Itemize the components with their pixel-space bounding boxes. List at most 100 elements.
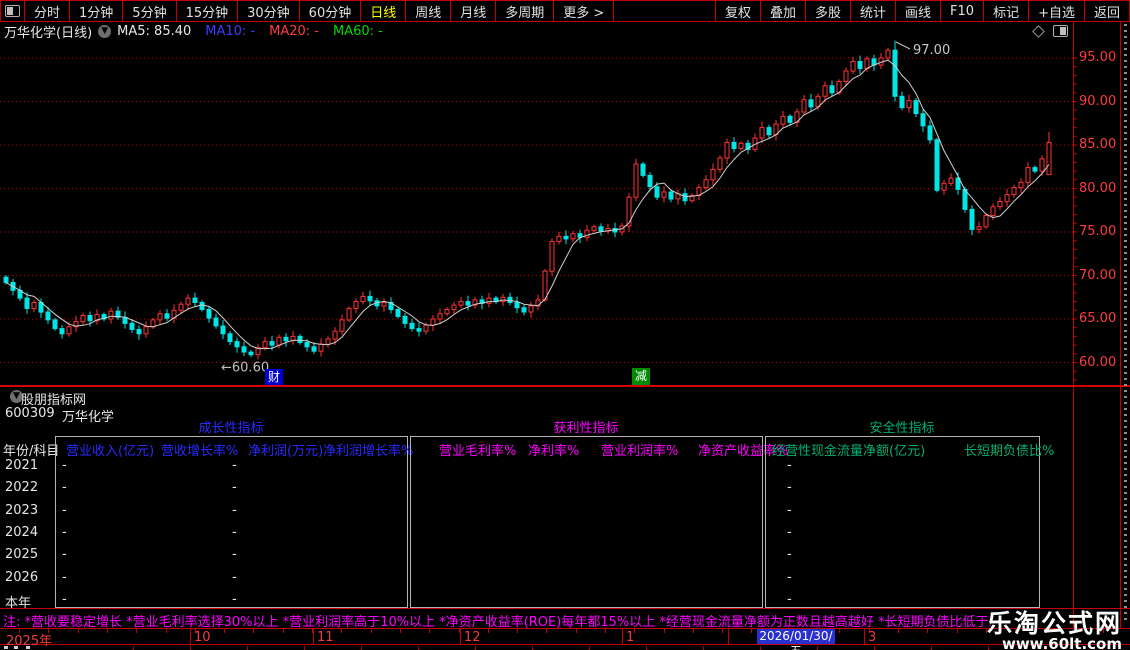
secondary-axis-row <box>0 646 1130 650</box>
axis-tick <box>898 629 899 633</box>
empty-cell: - <box>787 502 792 518</box>
y-axis-label: 75.00 <box>1079 224 1117 239</box>
candlestick-chart[interactable]: 97.00 ←60.60 95.00 90.00 85.00 80.00 75.00 70.… <box>0 40 1130 387</box>
axis-tick <box>253 629 254 633</box>
y-axis-label: 85.00 <box>1079 137 1117 152</box>
y-axis-label: 95.00 <box>1079 50 1117 65</box>
toolbar-action-5[interactable]: F10 <box>940 1 983 21</box>
empty-cell: - <box>232 502 237 518</box>
chart-title: 万华化学(日线) <box>4 26 93 41</box>
empty-cell: - <box>232 524 237 540</box>
period-tab-8[interactable]: 月线 <box>451 1 497 21</box>
chart-badge-0: 财 <box>265 369 283 386</box>
empty-cell: - <box>787 480 792 496</box>
period-tab-7[interactable]: 周线 <box>406 1 452 21</box>
indicator-group-safety: 经营性现金流量净额(亿元) 长短期负债比% <box>765 436 1054 608</box>
chevron-down-icon[interactable]: ▼ <box>98 25 112 38</box>
axis-tick <box>190 646 191 650</box>
cutoff-text-fragment <box>14 646 18 649</box>
layout-panel-icon[interactable] <box>1 1 25 21</box>
date-axis: 2025年101112132026/01/30/五 <box>0 628 1130 650</box>
watermark: 乐淘公式网 www.60lt.com <box>987 610 1122 650</box>
svg-text:97.00: 97.00 <box>913 43 950 58</box>
axis-tick <box>703 646 704 650</box>
empty-cell: - <box>62 569 67 585</box>
empty-cell: - <box>62 502 67 518</box>
axis-tick <box>78 629 79 633</box>
period-tab-6[interactable]: 日线 <box>361 1 407 21</box>
ma-label-3: MA60: - <box>332 24 383 39</box>
period-tab-2[interactable]: 5分钟 <box>123 1 177 21</box>
period-tab-3[interactable]: 15分钟 <box>177 1 239 21</box>
axis-tick <box>166 629 167 633</box>
period-tab-1[interactable]: 1分钟 <box>70 1 124 21</box>
axis-tick <box>693 629 694 633</box>
indicator-group-profitability: 营业毛利率% 净利率% 营业利润率% 净资产收益率% <box>410 436 788 608</box>
axis-tick <box>475 646 476 650</box>
empty-cell: - <box>787 569 792 585</box>
group-title-safety: 安全性指标 <box>869 421 935 436</box>
stock-name: 万华化学 <box>62 410 115 425</box>
axis-tick <box>605 629 606 633</box>
axis-divider <box>864 629 865 644</box>
axis-tick <box>517 629 518 633</box>
period-tab-5[interactable]: 60分钟 <box>300 1 362 21</box>
date-label: 10 <box>194 630 211 645</box>
chart-canvas[interactable]: 97.00 ←60.60 <box>0 40 1130 387</box>
right-edge-strip <box>1124 24 1127 624</box>
axis-tick <box>136 629 137 633</box>
axis-tick <box>931 646 932 650</box>
column-header: 营业利润率% <box>601 444 679 459</box>
axis-tick <box>817 646 818 650</box>
period-tab-9[interactable]: 多周期 <box>496 1 555 21</box>
toolbar-action-7[interactable]: +自选 <box>1028 1 1084 21</box>
toolbar-action-6[interactable]: 标记 <box>983 1 1028 21</box>
watermark-site-name: 乐淘公式网 <box>986 609 1122 638</box>
axis-tick <box>839 629 840 633</box>
toolbar-action-4[interactable]: 画线 <box>895 1 940 21</box>
axis-divider <box>728 629 729 644</box>
empty-cell: - <box>232 591 237 607</box>
watermark-url: www.60lt.com <box>1001 635 1122 650</box>
column-header: 营收增长率% <box>161 444 239 459</box>
table-bottom-divider <box>0 608 1130 609</box>
axis-tick <box>361 646 362 650</box>
empty-cell: - <box>62 591 67 607</box>
axis-tick <box>722 629 723 633</box>
price-axis: 95.00 90.00 85.00 80.00 75.00 70.00 65.00 60.00 <box>1079 40 1121 387</box>
empty-cell: - <box>787 547 792 563</box>
axis-tick <box>532 646 533 650</box>
empty-cell: - <box>62 524 67 540</box>
cutoff-text-fragment <box>26 646 30 649</box>
row-header-label: 年份/科目 <box>3 444 60 459</box>
top-toolbar: 分时 1分钟 5分钟 15分钟 30分钟 60分钟 日线 周线 月线 多周期 更多 > 复权 叠加 多股… <box>0 0 1130 22</box>
period-tabs: 分时 1分钟 5分钟 15分钟 30分钟 60分钟 日线 周线 月线 多周期 更多 > <box>25 1 615 21</box>
toolbar-action-2[interactable]: 多股 <box>804 1 850 21</box>
diamond-marker-icon[interactable] <box>1032 24 1045 38</box>
period-tab-10[interactable]: 更多 > <box>554 1 615 21</box>
period-tab-4[interactable]: 30分钟 <box>238 1 300 21</box>
stock-code: 600309 <box>5 406 55 421</box>
chart-info-bar: 万华化学(日线) ▼ MA5: 85.40 MA10: - MA20: - MA60:… <box>0 23 1130 41</box>
empty-cell: - <box>62 547 67 563</box>
cutoff-text-fragment <box>4 646 8 649</box>
empty-cell: - <box>232 569 237 585</box>
app-window: 分时 1分钟 5分钟 15分钟 30分钟 60分钟 日线 周线 月线 多周期 更多 > 复权 叠加 多股… <box>0 0 1130 650</box>
period-tab-0[interactable]: 分时 <box>25 1 71 21</box>
column-header: 净利率% <box>528 444 580 459</box>
y-axis-label: 60.00 <box>1079 354 1117 370</box>
toolbar-action-8[interactable]: 返回 <box>1083 1 1129 21</box>
toolbar-action-3[interactable]: 统计 <box>850 1 895 21</box>
ma-label-1: MA10: - <box>205 24 256 39</box>
axis-tick <box>646 646 647 650</box>
toolbar-action-1[interactable]: 叠加 <box>759 1 805 21</box>
year-row-label: 2024 <box>5 524 39 540</box>
axis-right-border <box>1120 22 1121 628</box>
axis-tick <box>927 629 928 633</box>
ma-label-0: MA5: 85.40 <box>117 24 192 39</box>
empty-cell: - <box>787 524 792 540</box>
axis-tick <box>760 646 761 650</box>
split-panel-icon[interactable] <box>1053 25 1068 37</box>
toolbar-action-0[interactable]: 复权 <box>714 1 760 21</box>
axis-tick <box>304 646 305 650</box>
